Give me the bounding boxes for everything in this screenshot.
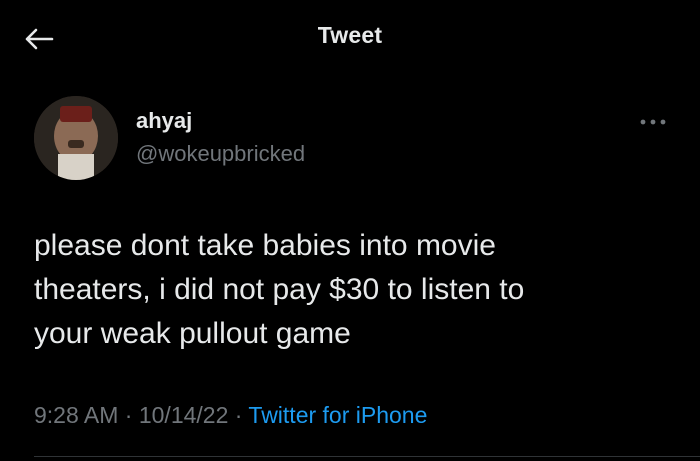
divider <box>34 456 700 457</box>
more-options-button[interactable] <box>636 112 670 132</box>
author-handle[interactable]: @wokeupbricked <box>136 141 305 167</box>
author-name[interactable]: ahyaj <box>136 108 192 134</box>
user-avatar-icon <box>34 96 118 180</box>
tweet-meta: 9:28 AM · 10/14/22 · Twitter for iPhone <box>34 402 427 429</box>
meta-separator: · <box>124 402 133 428</box>
tweet-text: please dont take babies into movie theat… <box>34 229 525 350</box>
avatar[interactable] <box>34 96 118 180</box>
tweet-source-link[interactable]: Twitter for iPhone <box>248 402 427 428</box>
meta-separator: · <box>234 402 243 428</box>
tweet-date[interactable]: 10/14/22 <box>139 402 229 428</box>
top-bar: Tweet <box>0 0 700 76</box>
tweet-time[interactable]: 9:28 AM <box>34 402 118 428</box>
page-title: Tweet <box>317 22 383 48</box>
more-horizontal-icon <box>640 119 666 125</box>
